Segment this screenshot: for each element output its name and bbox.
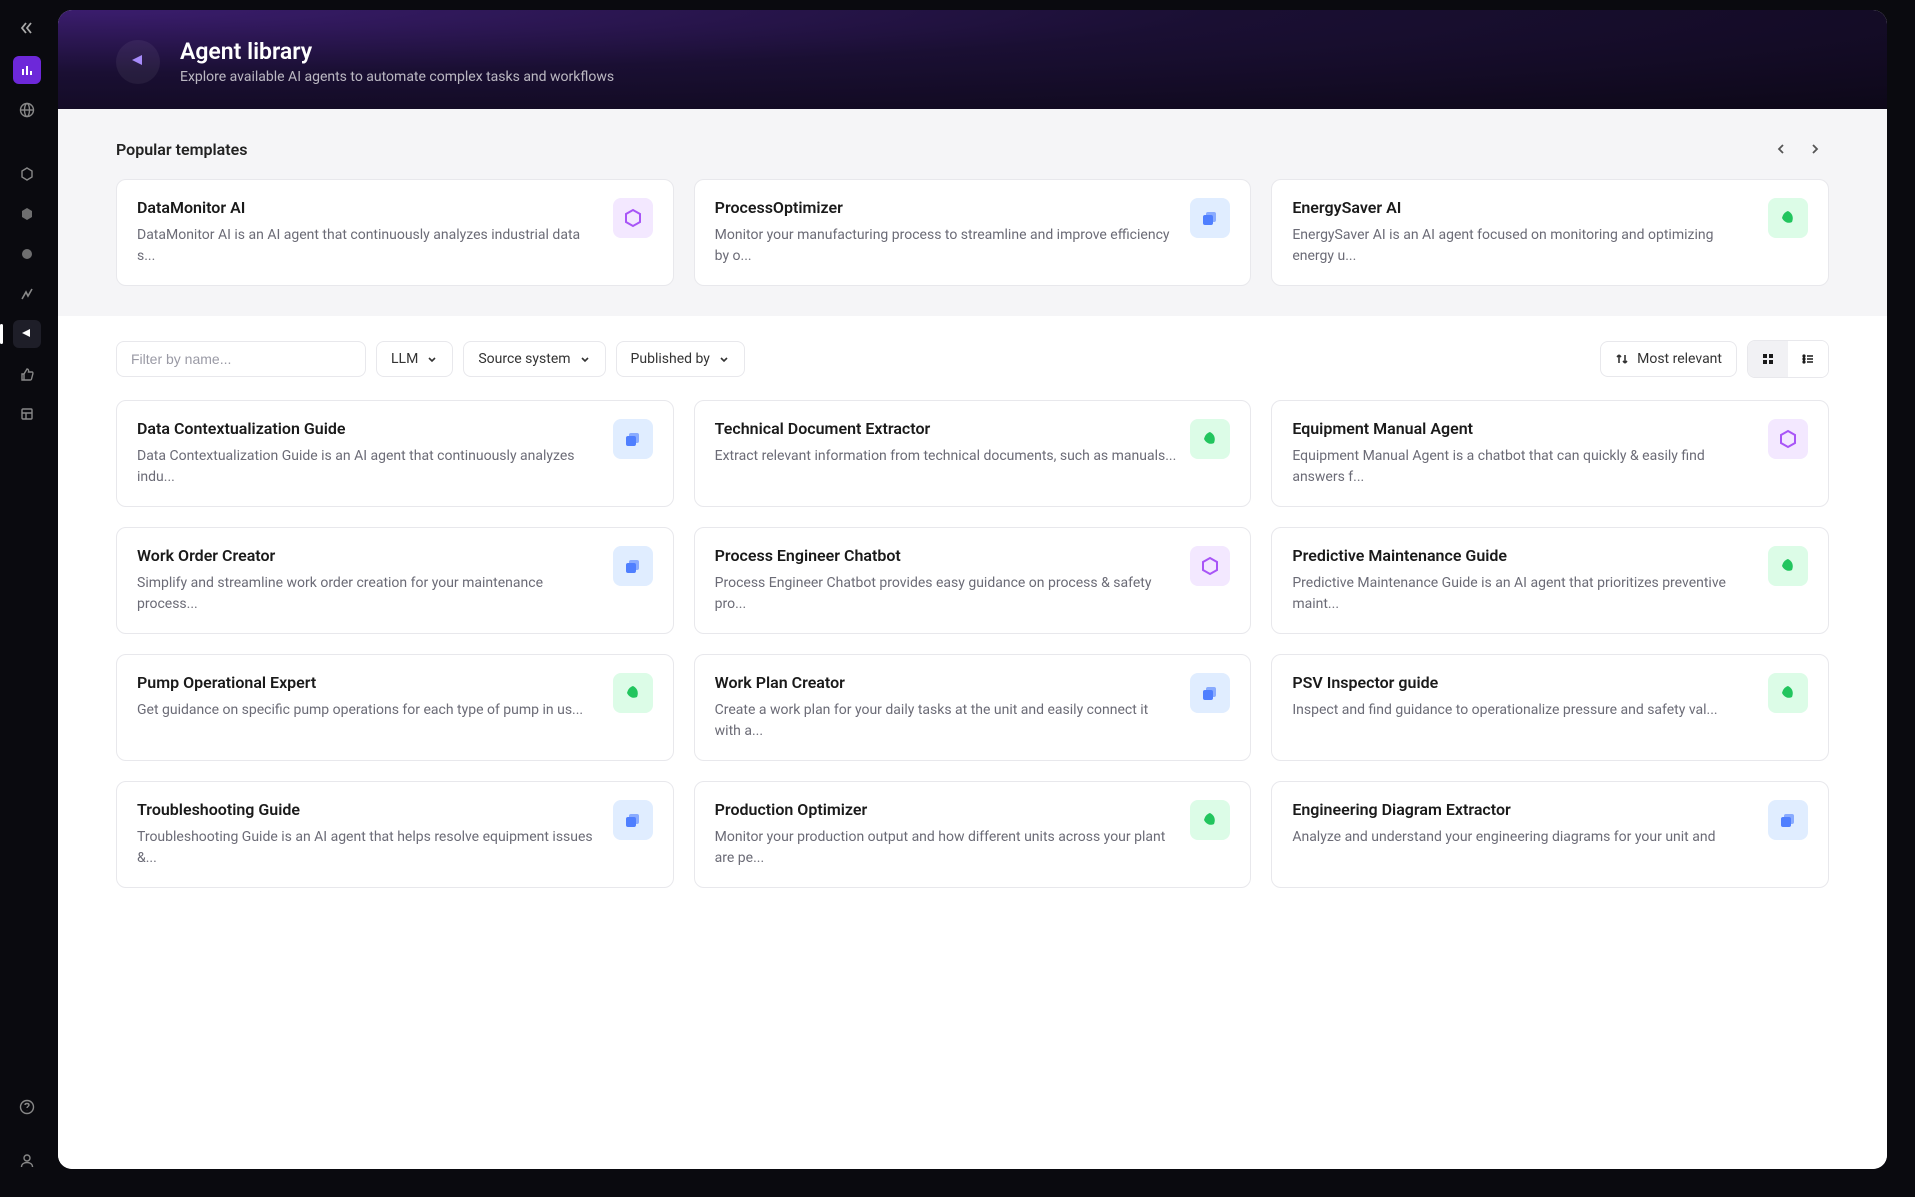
agent-desc: Get guidance on specific pump operations… xyxy=(137,700,599,721)
filter-published-label: Published by xyxy=(631,351,710,367)
agent-card[interactable]: PSV Inspector guide Inspect and find gui… xyxy=(1271,654,1829,761)
agent-title: Engineering Diagram Extractor xyxy=(1292,800,1754,819)
view-grid-button[interactable] xyxy=(1748,341,1788,377)
sidebar-item-layout[interactable] xyxy=(13,400,41,428)
filter-llm-dropdown[interactable]: LLM xyxy=(376,341,453,377)
leaf-icon xyxy=(1768,546,1808,586)
agent-title: Work Order Creator xyxy=(137,546,599,565)
agent-title: Troubleshooting Guide xyxy=(137,800,599,819)
layers-icon xyxy=(1190,198,1230,238)
agent-desc: Predictive Maintenance Guide is an AI ag… xyxy=(1292,573,1754,615)
sort-dropdown[interactable]: Most relevant xyxy=(1600,341,1737,377)
page-subtitle: Explore available AI agents to automate … xyxy=(180,69,614,85)
leaf-icon xyxy=(1768,673,1808,713)
layers-icon xyxy=(613,419,653,459)
filter-name-input[interactable] xyxy=(116,341,366,377)
page-header: Agent library Explore available AI agent… xyxy=(58,10,1887,109)
chevron-down-icon xyxy=(579,353,591,365)
agent-desc: Troubleshooting Guide is an AI agent tha… xyxy=(137,827,599,869)
agent-desc: Monitor your production output and how d… xyxy=(715,827,1177,869)
templates-next-button[interactable] xyxy=(1801,135,1829,163)
leaf-icon xyxy=(1190,800,1230,840)
layers-icon xyxy=(1190,673,1230,713)
template-title: ProcessOptimizer xyxy=(715,198,1177,217)
agent-desc: Data Contextualization Guide is an AI ag… xyxy=(137,446,599,488)
filter-source-label: Source system xyxy=(478,351,570,367)
agent-title: Data Contextualization Guide xyxy=(137,419,599,438)
agent-card[interactable]: Engineering Diagram Extractor Analyze an… xyxy=(1271,781,1829,888)
agent-card[interactable]: Predictive Maintenance Guide Predictive … xyxy=(1271,527,1829,634)
agent-desc: Equipment Manual Agent is a chatbot that… xyxy=(1292,446,1754,488)
chevron-down-icon xyxy=(426,353,438,365)
agent-desc: Process Engineer Chatbot provides easy g… xyxy=(715,573,1177,615)
template-desc: Monitor your manufacturing process to st… xyxy=(715,225,1177,267)
templates-prev-button[interactable] xyxy=(1767,135,1795,163)
page-title: Agent library xyxy=(180,38,614,65)
agent-card[interactable]: Work Order Creator Simplify and streamli… xyxy=(116,527,674,634)
agent-card[interactable]: Equipment Manual Agent Equipment Manual … xyxy=(1271,400,1829,507)
agent-title: Pump Operational Expert xyxy=(137,673,599,692)
leaf-icon xyxy=(1190,419,1230,459)
agent-title: Technical Document Extractor xyxy=(715,419,1177,438)
agent-desc: Extract relevant information from techni… xyxy=(715,446,1177,467)
section-heading: Popular templates xyxy=(116,140,247,159)
agent-title: Process Engineer Chatbot xyxy=(715,546,1177,565)
sidebar-item-dashboard[interactable] xyxy=(13,56,41,84)
template-title: DataMonitor AI xyxy=(137,198,599,217)
agent-title: Equipment Manual Agent xyxy=(1292,419,1754,438)
agent-card[interactable]: Pump Operational Expert Get guidance on … xyxy=(116,654,674,761)
filter-source-dropdown[interactable]: Source system xyxy=(463,341,605,377)
view-toggle xyxy=(1747,340,1829,378)
filter-published-dropdown[interactable]: Published by xyxy=(616,341,745,377)
hexagon-icon xyxy=(1190,546,1230,586)
account-button[interactable] xyxy=(13,1147,41,1175)
agent-title: Work Plan Creator xyxy=(715,673,1177,692)
template-desc: DataMonitor AI is an AI agent that conti… xyxy=(137,225,599,267)
chevron-down-icon xyxy=(718,353,730,365)
agent-desc: Simplify and streamline work order creat… xyxy=(137,573,599,615)
filter-bar: LLM Source system Published by Most rele… xyxy=(116,340,1829,378)
sidebar-collapse-button[interactable] xyxy=(13,14,41,42)
agent-desc: Analyze and understand your engineering … xyxy=(1292,827,1754,848)
agent-desc: Inspect and find guidance to operational… xyxy=(1292,700,1754,721)
sidebar xyxy=(0,0,54,1197)
template-card[interactable]: DataMonitor AI DataMonitor AI is an AI a… xyxy=(116,179,674,286)
agent-title: Production Optimizer xyxy=(715,800,1177,819)
agent-desc: Create a work plan for your daily tasks … xyxy=(715,700,1177,742)
leaf-icon xyxy=(1768,198,1808,238)
layers-icon xyxy=(1768,800,1808,840)
template-card[interactable]: EnergySaver AI EnergySaver AI is an AI a… xyxy=(1271,179,1829,286)
agent-card[interactable]: Troubleshooting Guide Troubleshooting Gu… xyxy=(116,781,674,888)
agent-title: Predictive Maintenance Guide xyxy=(1292,546,1754,565)
agent-card[interactable]: Production Optimizer Monitor your produc… xyxy=(694,781,1252,888)
agent-card[interactable]: Data Contextualization Guide Data Contex… xyxy=(116,400,674,507)
hexagon-icon xyxy=(1768,419,1808,459)
popular-templates-section: Popular templates DataMonitor AI DataMon… xyxy=(58,109,1887,316)
template-desc: EnergySaver AI is an AI agent focused on… xyxy=(1292,225,1754,267)
sidebar-item-product[interactable] xyxy=(13,160,41,188)
help-button[interactable] xyxy=(13,1093,41,1121)
layers-icon xyxy=(613,546,653,586)
template-card[interactable]: ProcessOptimizer Monitor your manufactur… xyxy=(694,179,1252,286)
sidebar-item-agents[interactable] xyxy=(13,320,41,348)
sidebar-item-cube[interactable] xyxy=(13,200,41,228)
leaf-icon xyxy=(613,673,653,713)
sort-label: Most relevant xyxy=(1637,351,1722,367)
sidebar-item-globe[interactable] xyxy=(13,96,41,124)
hexagon-icon xyxy=(613,198,653,238)
template-title: EnergySaver AI xyxy=(1292,198,1754,217)
agent-card[interactable]: Process Engineer Chatbot Process Enginee… xyxy=(694,527,1252,634)
layers-icon xyxy=(613,800,653,840)
sort-icon xyxy=(1615,352,1629,366)
sidebar-item-activity[interactable] xyxy=(13,280,41,308)
view-list-button[interactable] xyxy=(1788,341,1828,377)
sidebar-item-circle[interactable] xyxy=(13,240,41,268)
page-header-icon xyxy=(116,40,160,84)
filter-llm-label: LLM xyxy=(391,351,418,367)
agent-card[interactable]: Work Plan Creator Create a work plan for… xyxy=(694,654,1252,761)
sidebar-item-feedback[interactable] xyxy=(13,360,41,388)
agent-title: PSV Inspector guide xyxy=(1292,673,1754,692)
agent-card[interactable]: Technical Document Extractor Extract rel… xyxy=(694,400,1252,507)
